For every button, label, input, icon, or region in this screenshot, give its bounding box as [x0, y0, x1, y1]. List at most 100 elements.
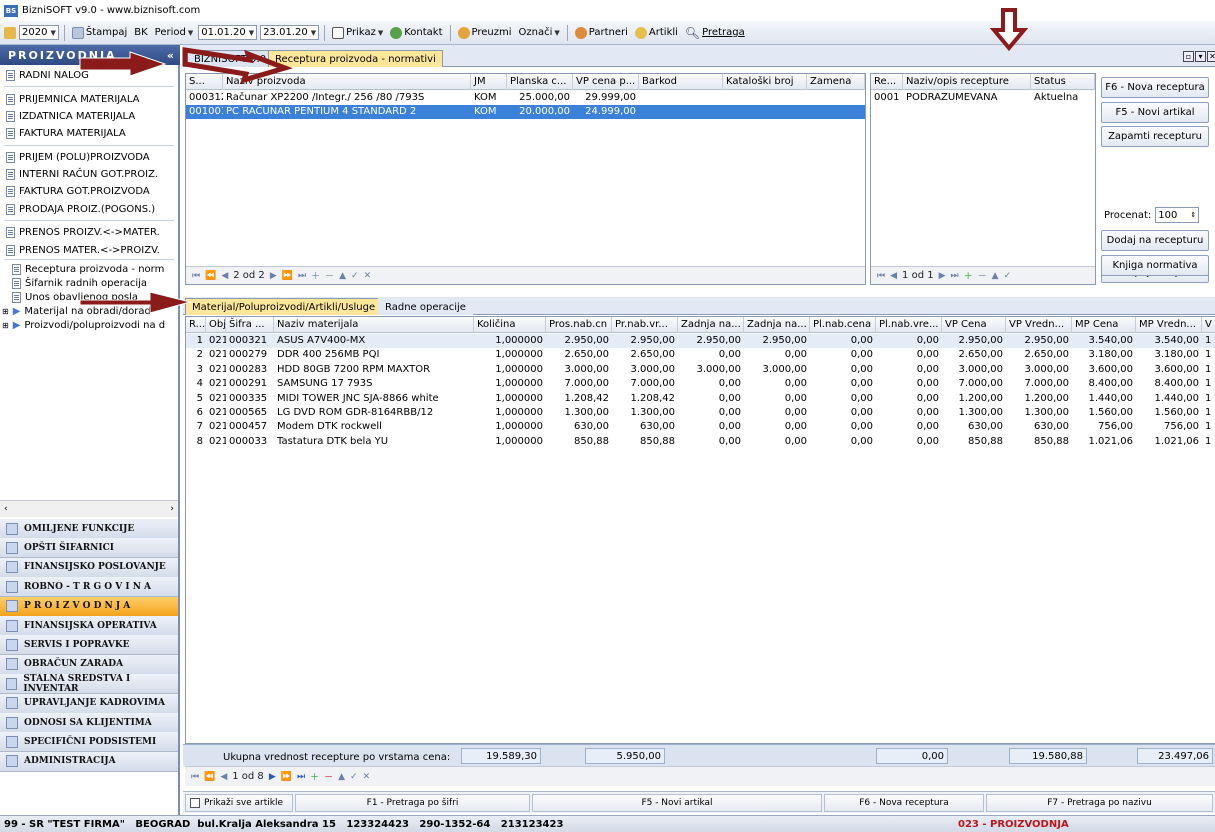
contact-button[interactable]: Kontakt — [388, 26, 444, 39]
add-icon[interactable]: ＋ — [311, 269, 320, 282]
module-2[interactable]: OPŠTI ŠIFARNICI — [0, 538, 178, 559]
percent-stepper[interactable]: 100 ⇕ — [1155, 207, 1200, 223]
left-panel-scrollbar[interactable]: ‹ › — [0, 500, 178, 517]
view-menu[interactable]: Prikaz ▼ — [330, 26, 385, 39]
column-header[interactable]: Zadnja na... — [744, 317, 810, 333]
column-header[interactable]: JM — [471, 74, 507, 90]
add-icon[interactable]: ＋ — [310, 770, 319, 783]
module-4[interactable]: ROBNO - T R G O V I N A — [0, 577, 178, 598]
download-button[interactable]: Preuzmi — [456, 26, 514, 39]
module-11[interactable]: ODNOSI SA KLIJENTIMA — [0, 713, 178, 733]
table-row[interactable]: 5 021000335 MIDI TOWER JNC SJA-8866 white 1… — [186, 392, 1215, 406]
column-header[interactable]: VP Cena — [942, 317, 1006, 333]
module-10[interactable]: UPRAVLJANJE KADROVIMA — [0, 693, 178, 714]
next-icon[interactable]: ▶ — [939, 271, 946, 281]
confirm-icon[interactable]: ✓ — [1004, 271, 1012, 281]
collapse-icon[interactable]: « — [167, 49, 174, 62]
next-icon[interactable]: ▶ — [270, 271, 277, 281]
column-header[interactable]: Pl.nab.vre... — [876, 317, 942, 333]
expand-icon[interactable]: ⊞ — [2, 321, 9, 330]
last-icon[interactable]: ⏭ — [298, 271, 306, 281]
tab-materijal[interactable]: Materijal/Poluproizvodi/Artikli/Usluge — [185, 298, 383, 315]
new-article-button[interactable]: F5 - Novi artikal — [1101, 102, 1209, 123]
expand-icon[interactable]: ⊞ — [2, 307, 9, 316]
up-icon[interactable]: ▲ — [338, 772, 345, 782]
column-header[interactable]: V — [1202, 317, 1215, 333]
add-icon[interactable]: ＋ — [964, 269, 973, 282]
nav-item-prijemnica[interactable]: PRIJEMNICA MATERIJALA — [6, 92, 140, 107]
restore-icon[interactable]: ▫ — [1183, 51, 1194, 62]
confirm-icon[interactable]: ✓ — [350, 772, 358, 782]
column-header[interactable]: Barkod — [639, 74, 723, 90]
nav-item-prenos-mater[interactable]: PRENOS MATER.<->PROIZV. — [6, 243, 160, 258]
articles-button[interactable]: Artikli — [633, 26, 680, 39]
tree-item-unos[interactable]: Unos obavljenog posla — [12, 290, 138, 305]
nav-item-prijem-proizvoda[interactable]: PRIJEM (POLU)PROIZVODA — [6, 150, 150, 165]
search-button[interactable]: 🔍︎ Pretraga — [683, 26, 747, 40]
confirm-icon[interactable]: ✓ — [351, 271, 359, 281]
prev-page-icon[interactable]: ⏪ — [204, 772, 215, 782]
column-header[interactable]: Pros.nab.cn — [546, 317, 612, 333]
stepper-icon[interactable]: ⇕ — [1190, 211, 1196, 219]
table-row[interactable]: 7 021000457 Modem DTK rockwell 1,000000 630,… — [186, 420, 1215, 434]
first-icon[interactable]: ⏮ — [191, 772, 199, 782]
f1-search-code-button[interactable]: F1 - Pretraga po šifri — [295, 794, 530, 812]
tree-item-sifarnik[interactable]: Šifarnik radnih operacija — [12, 276, 147, 291]
cancel-icon[interactable]: ✕ — [364, 271, 372, 281]
show-all-articles-checkbox[interactable]: Prikaži sve artikle — [185, 794, 293, 812]
tab-radne-operacije[interactable]: Radne operacije — [378, 298, 473, 315]
cancel-icon[interactable]: ✕ — [363, 772, 371, 782]
bk-button[interactable]: BK — [132, 27, 149, 38]
module-1[interactable]: OMILJENE FUNKCIJE — [0, 519, 178, 539]
module-13[interactable]: ADMINISTRACIJA — [0, 751, 178, 772]
remove-icon[interactable]: － — [978, 269, 987, 282]
column-header[interactable]: Re... — [871, 74, 903, 90]
nav-item-radni-nalog[interactable]: RADNI NALOG — [6, 68, 89, 83]
column-header[interactable]: S... — [186, 74, 223, 90]
up-icon[interactable]: ▲ — [339, 271, 346, 281]
column-header[interactable]: Šifra ... — [226, 317, 274, 333]
tree-item-receptura[interactable]: Receptura proizvoda - norm — [12, 262, 164, 277]
module-3[interactable]: FINANSIJSKO POSLOVANJE — [0, 557, 178, 578]
print-button[interactable]: Štampaj — [70, 26, 129, 39]
table-row[interactable]: 6 021000565 LG DVD ROM GDR-8164RBB/12 1,000… — [186, 406, 1215, 420]
minimize-icon[interactable]: ▾ — [1195, 51, 1206, 62]
nav-item-faktura-materijala[interactable]: FAKTURA MATERIJALA — [6, 126, 126, 141]
up-icon[interactable]: ▲ — [992, 271, 999, 281]
column-header[interactable]: Status — [1031, 74, 1095, 90]
year-select[interactable]: 2020 ▼ — [19, 25, 59, 40]
f5-new-article-button[interactable]: F5 - Novi artikal — [532, 794, 822, 812]
first-icon[interactable]: ⏮ — [877, 271, 885, 281]
module-6[interactable]: FINANSIJSKA OPERATIVA — [0, 616, 178, 636]
table-row[interactable]: 8 021000033 Tastatura DTK bela YU 1,000000 8… — [186, 435, 1215, 449]
partners-button[interactable]: Partneri — [573, 26, 630, 39]
f7-search-name-button[interactable]: F7 - Pretraga po nazivu — [986, 794, 1213, 812]
next-page-icon[interactable]: ⏩ — [282, 271, 293, 281]
tree-item-materijal[interactable]: ⊞ ▶ Materijal na obradi/dorad — [2, 304, 151, 319]
prev-icon[interactable]: ◀ — [890, 271, 897, 281]
table-row[interactable]: 3 021000283 HDD 80GB 7200 RPM MAXTOR 1,0000… — [186, 363, 1215, 377]
scroll-right-icon[interactable]: › — [170, 504, 174, 514]
table-row[interactable]: 4 021000291 SAMSUNG 17 793S 1,000000 7.000,0… — [186, 377, 1215, 391]
column-header[interactable]: MP Vredn... — [1136, 317, 1202, 333]
nav-item-faktura-got[interactable]: FAKTURA GOT.PROIZVODA — [6, 184, 150, 199]
prev-icon[interactable]: ◀ — [220, 772, 227, 782]
column-header[interactable]: Kataloški broj — [723, 74, 807, 90]
scroll-left-icon[interactable]: ‹ — [4, 504, 8, 514]
remove-icon[interactable]: － — [325, 269, 334, 282]
column-header[interactable]: Zadnja na... — [678, 317, 744, 333]
column-header[interactable]: R... — [186, 317, 206, 333]
date-to-field[interactable]: 23.01.20 ▼ — [260, 25, 320, 40]
nav-item-prenos-proizv[interactable]: PRENOS PROIZV.<->MATER. — [6, 225, 160, 240]
module-12[interactable]: SPECIFIČNI PODSISTEMI — [0, 732, 178, 753]
nav-item-izdatnica[interactable]: IZDATNICA MATERIJALA — [6, 109, 135, 124]
table-row[interactable]: 000312Računar XP2200 /Integr./ 256 /80 /… — [186, 91, 865, 105]
tab-receptura[interactable]: Receptura proizvoda - normativi — [268, 50, 443, 67]
next-icon[interactable]: ▶ — [269, 772, 276, 782]
column-header[interactable]: MP Cena — [1072, 317, 1136, 333]
table-row[interactable]: 1 021000321 ASUS A7V400-MX 1,000000 2.950,00… — [186, 334, 1215, 348]
f6-new-recipe-button[interactable]: F6 - Nova receptura — [824, 794, 984, 812]
last-icon[interactable]: ⏭ — [297, 772, 305, 782]
prev-icon[interactable]: ◀ — [221, 271, 228, 281]
module-9[interactable]: STALNA SREDSTVA I INVENTAR — [0, 674, 178, 695]
